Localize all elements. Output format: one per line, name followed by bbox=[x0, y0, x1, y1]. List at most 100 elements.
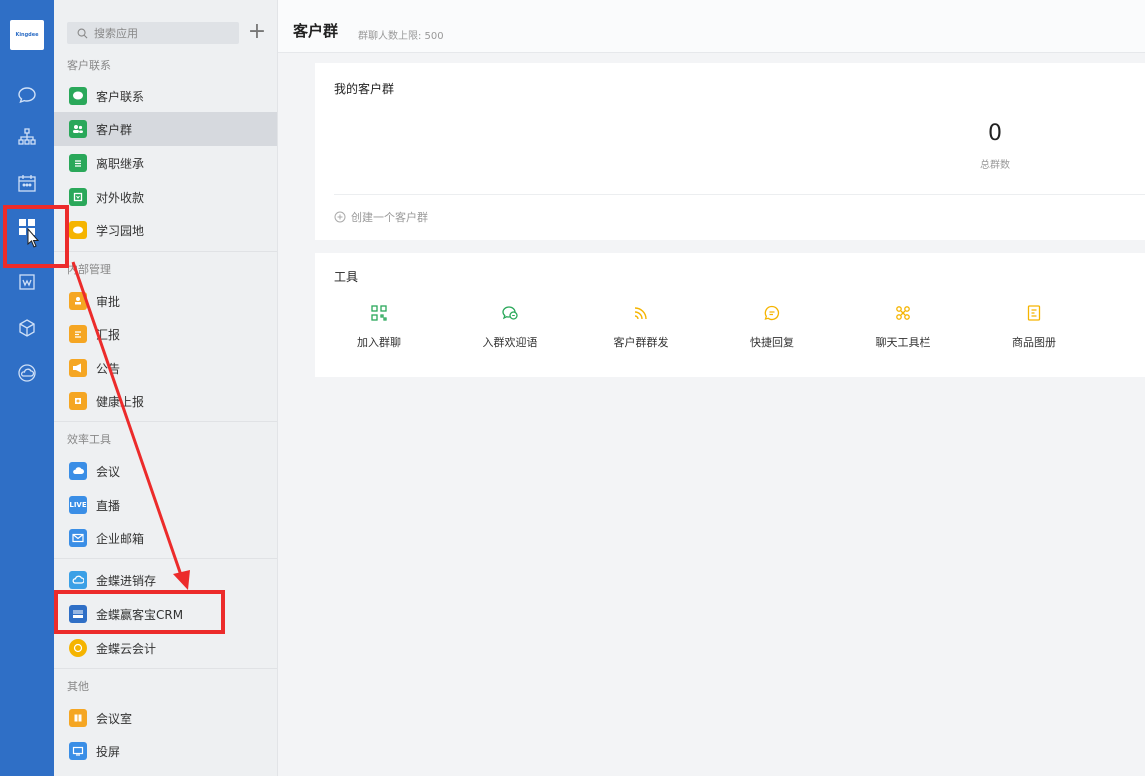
sidebar-item-label: 金蝶赢客宝CRM bbox=[96, 607, 184, 622]
catalog-icon bbox=[1027, 305, 1041, 321]
doc-w-icon[interactable] bbox=[13, 269, 41, 295]
document-icon bbox=[69, 154, 87, 172]
sidebar-item-label: 审批 bbox=[96, 294, 121, 309]
kingdee-accounting-icon bbox=[69, 639, 87, 657]
live-icon: LIVE bbox=[69, 496, 87, 514]
section-title-other: 其他 bbox=[67, 680, 89, 693]
sidebar-item-mail[interactable]: 企业邮箱 bbox=[54, 521, 277, 555]
stamp-icon bbox=[69, 292, 87, 310]
divider bbox=[334, 194, 1145, 195]
tool-label: 商品图册 bbox=[1012, 336, 1056, 349]
divider bbox=[54, 558, 277, 559]
create-group-button[interactable]: 创建一个客户群 bbox=[334, 209, 428, 225]
section-title-efficiency: 效率工具 bbox=[67, 433, 111, 446]
sidebar-item-approval[interactable]: 审批 bbox=[54, 284, 277, 318]
sidebar-item-label: 对外收款 bbox=[96, 190, 145, 205]
box-icon[interactable] bbox=[13, 315, 41, 341]
tool-label: 入群欢迎语 bbox=[482, 336, 538, 349]
total-groups-label: 总群数 bbox=[980, 160, 1010, 171]
sidebar-item-label: 离职继承 bbox=[96, 156, 145, 171]
tool-label: 聊天工具栏 bbox=[875, 336, 931, 349]
page-subtitle: 群聊人数上限: 500 bbox=[358, 31, 444, 42]
sidebar-item-label: 公告 bbox=[96, 361, 121, 376]
tool-chat-toolbar[interactable]: 聊天工具栏 bbox=[843, 304, 963, 350]
quick-reply-icon bbox=[764, 305, 780, 321]
sidebar-item-kingdee-accounting[interactable]: 金蝶云会计 bbox=[54, 631, 277, 665]
calendar-icon[interactable] bbox=[13, 170, 41, 196]
sidebar-item-label: 金蝶进销存 bbox=[96, 573, 157, 588]
apps-grid-icon[interactable] bbox=[13, 214, 41, 240]
sidebar-item-label: 金蝶云会计 bbox=[96, 641, 157, 656]
tool-product-catalog[interactable]: 商品图册 bbox=[974, 304, 1094, 350]
qr-code-icon bbox=[371, 305, 387, 321]
tools-card: 工具 加入群聊 入群欢迎语 客户群群发 快捷回复 聊天工具栏 商品图册 bbox=[315, 253, 1145, 377]
sidebar-item-report[interactable]: 汇报 bbox=[54, 317, 277, 351]
search-input[interactable]: 搜索应用 bbox=[67, 22, 239, 44]
tool-quick-reply[interactable]: 快捷回复 bbox=[712, 304, 832, 350]
toolbar-icon bbox=[896, 306, 910, 320]
create-group-label: 创建一个客户群 bbox=[351, 211, 428, 224]
kingdee-inventory-icon bbox=[69, 571, 87, 589]
sidebar-item-kingdee-crm[interactable]: 金蝶赢客宝CRM bbox=[54, 597, 277, 631]
sidebar-item-announcement[interactable]: 公告 bbox=[54, 351, 277, 385]
megaphone-icon bbox=[69, 359, 87, 377]
tool-label: 客户群群发 bbox=[613, 336, 669, 349]
tool-label: 快捷回复 bbox=[750, 336, 794, 349]
sidebar-item-resign-inherit[interactable]: 离职继承 bbox=[54, 146, 277, 180]
sidebar-item-meeting-room[interactable]: 会议室 bbox=[54, 701, 277, 735]
app-rail: Kingdee bbox=[0, 0, 54, 776]
sidebar-item-customer-group[interactable]: 客户群 bbox=[54, 112, 277, 146]
search-icon bbox=[77, 28, 88, 38]
sidebar-item-label: 直播 bbox=[96, 498, 121, 513]
tool-welcome-message[interactable]: 入群欢迎语 bbox=[450, 304, 570, 350]
chat-bubble-icon bbox=[69, 87, 87, 105]
my-groups-title: 我的客户群 bbox=[334, 82, 395, 96]
main-content: 客户群 群聊人数上限: 500 我的客户群 0 总群数 创建一个客户群 工具 加… bbox=[278, 0, 1145, 776]
kingdee-logo: Kingdee bbox=[10, 20, 44, 50]
sidebar-item-kingdee-inventory[interactable]: 金蝶进销存 bbox=[54, 563, 277, 597]
chat-icon[interactable] bbox=[13, 82, 41, 108]
my-groups-card: 我的客户群 0 总群数 创建一个客户群 bbox=[315, 63, 1145, 240]
sidebar-item-label: 企业邮箱 bbox=[96, 531, 145, 546]
screen-cast-icon bbox=[69, 742, 87, 760]
health-icon bbox=[69, 392, 87, 410]
tool-join-group[interactable]: 加入群聊 bbox=[319, 304, 439, 350]
kingdee-crm-icon bbox=[69, 605, 87, 623]
sidebar-item-payment[interactable]: 对外收款 bbox=[54, 180, 277, 214]
sidebar-item-label: 客户联系 bbox=[96, 89, 145, 104]
group-icon bbox=[69, 120, 87, 138]
tool-label: 加入群聊 bbox=[357, 336, 401, 349]
page-title: 客户群 bbox=[293, 22, 339, 40]
org-chart-icon[interactable] bbox=[13, 124, 41, 150]
cloud-icon[interactable] bbox=[13, 360, 41, 386]
sidebar-item-label: 健康上报 bbox=[96, 394, 145, 409]
divider bbox=[54, 421, 277, 422]
tools-title: 工具 bbox=[334, 270, 359, 284]
receipt-icon bbox=[69, 188, 87, 206]
sidebar-item-label: 学习园地 bbox=[96, 223, 145, 238]
sidebar-item-label: 投屏 bbox=[96, 744, 121, 759]
sidebar-item-label: 客户群 bbox=[96, 122, 133, 137]
divider bbox=[54, 668, 277, 669]
meeting-room-icon bbox=[69, 709, 87, 727]
page-header: 客户群 群聊人数上限: 500 bbox=[278, 0, 1145, 53]
sidebar-item-screen-cast[interactable]: 投屏 bbox=[54, 734, 277, 768]
section-title-customer: 客户联系 bbox=[67, 59, 111, 72]
sidebar-item-meeting[interactable]: 会议 bbox=[54, 454, 277, 488]
divider bbox=[54, 251, 277, 252]
report-icon bbox=[69, 325, 87, 343]
cloud-meeting-icon bbox=[69, 462, 87, 480]
sidebar-item-health-report[interactable]: 健康上报 bbox=[54, 384, 277, 418]
app-sidebar: 搜索应用 + 客户联系 客户联系 客户群 离职继承 对外收款 学习园地 内部管理… bbox=[54, 0, 278, 776]
sidebar-item-live[interactable]: LIVE 直播 bbox=[54, 488, 277, 522]
plus-circle-icon bbox=[334, 211, 346, 223]
sidebar-item-learning[interactable]: 学习园地 bbox=[54, 213, 277, 247]
total-groups-count: 0 bbox=[988, 121, 1002, 146]
sidebar-item-customer-contact[interactable]: 客户联系 bbox=[54, 79, 277, 113]
tool-group-broadcast[interactable]: 客户群群发 bbox=[581, 304, 701, 350]
add-app-button[interactable]: + bbox=[247, 20, 267, 44]
sidebar-item-label: 会议室 bbox=[96, 711, 133, 726]
book-icon bbox=[69, 221, 87, 239]
welcome-chat-icon bbox=[502, 306, 518, 320]
section-title-internal: 内部管理 bbox=[67, 263, 111, 276]
